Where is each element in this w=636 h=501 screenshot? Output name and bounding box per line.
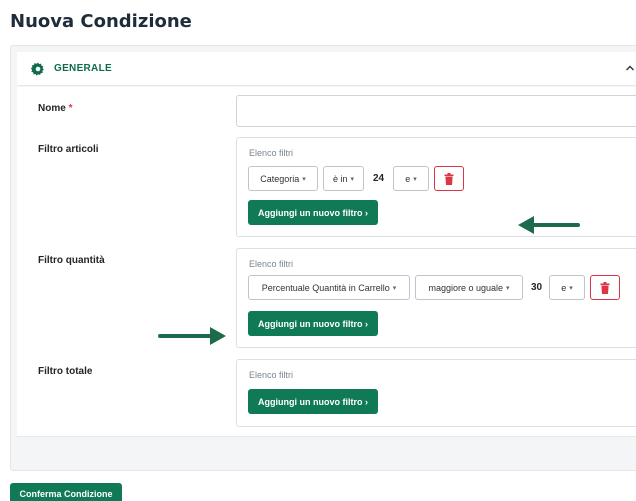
caret-down-icon: ▾ <box>350 175 355 183</box>
trash-icon <box>600 281 610 294</box>
annotation-arrow-right <box>158 327 226 345</box>
total-filter-list-title: Elenco filtri <box>249 370 294 380</box>
section-header[interactable]: GENERALE <box>17 52 636 86</box>
article-connector-select[interactable]: e ▾ <box>393 166 429 191</box>
name-label: Nome * <box>38 103 73 114</box>
total-filter-box: Elenco filtri Aggiungi un nuovo filtro › <box>236 359 636 427</box>
annotation-arrow-left <box>518 216 580 234</box>
caret-down-icon: ▾ <box>506 284 510 292</box>
trash-icon <box>444 172 454 185</box>
quantity-add-filter-button[interactable]: Aggiungi un nuovo filtro › <box>248 311 378 336</box>
caret-down-icon: ▾ <box>392 284 397 292</box>
quantity-filter-box: Elenco filtri Percentuale Quantità in Ca… <box>236 248 636 348</box>
caret-down-icon: ▾ <box>413 175 417 183</box>
section-title: GENERALE <box>54 63 112 74</box>
quantity-filter-value[interactable]: 30 <box>531 282 542 293</box>
total-add-filter-button[interactable]: Aggiungi un nuovo filtro › <box>248 389 378 414</box>
article-delete-button[interactable] <box>434 166 464 191</box>
quantity-delete-button[interactable] <box>590 275 620 300</box>
page-title: Nuova Condizione <box>10 11 192 32</box>
gear-icon <box>31 62 44 76</box>
quantity-filter-list-title: Elenco filtri <box>249 259 294 269</box>
quantity-filter-label: Filtro quantità <box>38 255 105 266</box>
article-filter-value[interactable]: 24 <box>373 173 384 184</box>
quantity-operator-select[interactable]: maggiore o uguale ▾ <box>415 275 523 300</box>
article-filter-list-title: Elenco filtri <box>249 148 294 158</box>
required-mark: * <box>68 103 73 114</box>
quantity-field-select[interactable]: Percentuale Quantità in Carrello ▾ <box>248 275 410 300</box>
general-section-card: GENERALE Nome * Filtro articoli Elenco f… <box>10 45 636 471</box>
caret-down-icon: ▾ <box>302 175 306 183</box>
article-field-select[interactable]: Categoria ▾ <box>248 166 318 191</box>
caret-down-icon: ▾ <box>569 284 573 292</box>
quantity-connector-select[interactable]: e ▾ <box>549 275 585 300</box>
chevron-up-icon[interactable] <box>624 62 636 74</box>
section-body: Nome * Filtro articoli Elenco filtri Cat… <box>17 87 636 437</box>
confirm-condition-button[interactable]: Conferma Condizione <box>10 483 122 501</box>
article-add-filter-button[interactable]: Aggiungi un nuovo filtro › <box>248 200 378 225</box>
name-input[interactable] <box>236 95 636 127</box>
article-operator-select[interactable]: è in ▾ <box>323 166 364 191</box>
article-filter-label: Filtro articoli <box>38 144 99 155</box>
total-filter-label: Filtro totale <box>38 366 93 377</box>
